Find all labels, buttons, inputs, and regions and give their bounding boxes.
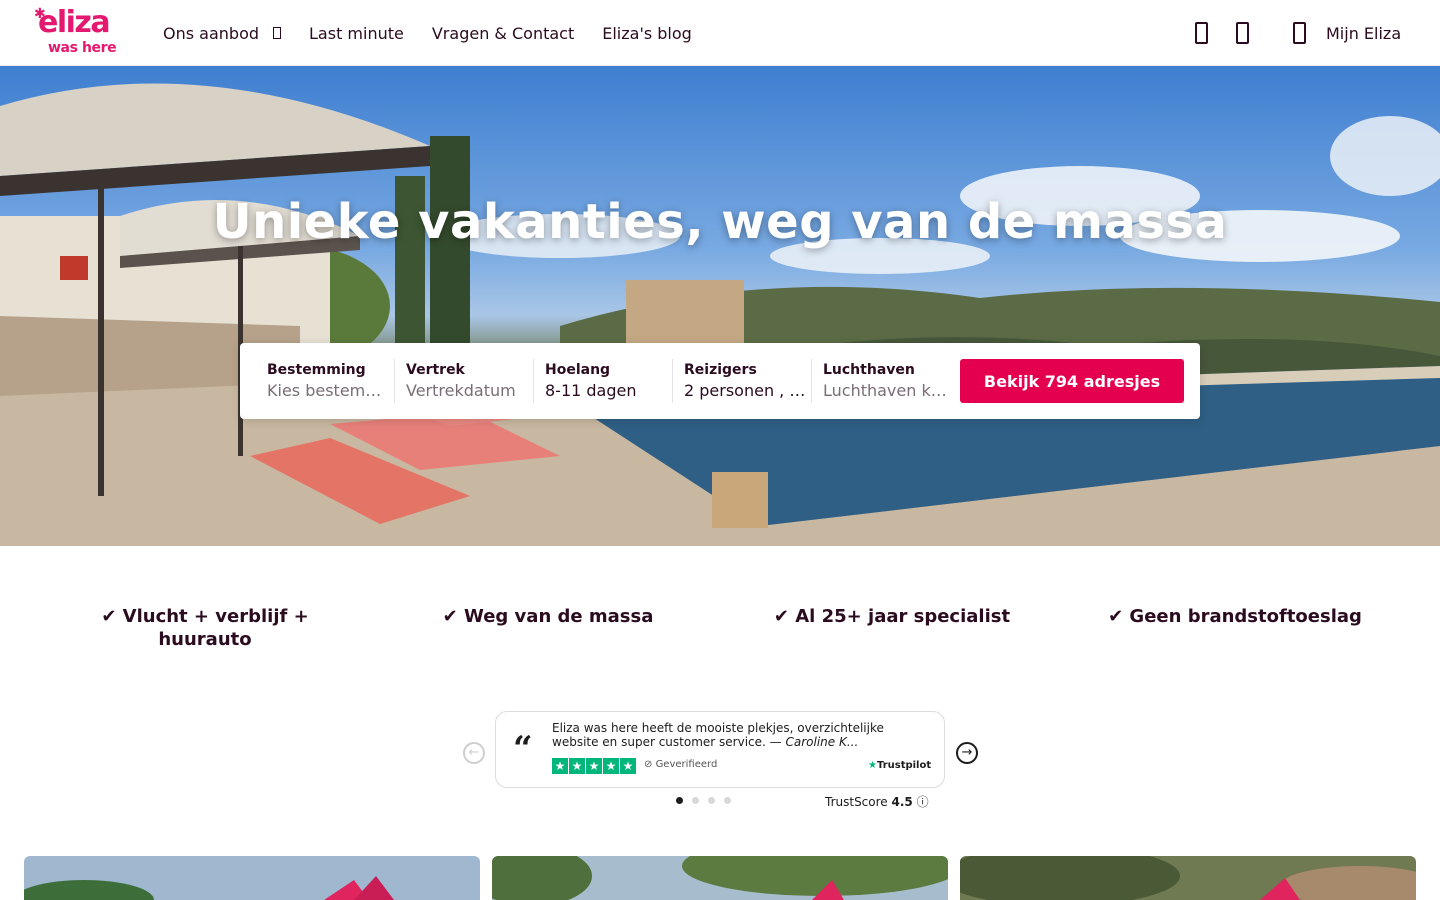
logo-link[interactable]: ✱ eliza was here bbox=[34, 5, 129, 59]
trustscore: TrustScore 4.5 ⓘ bbox=[825, 793, 929, 810]
logo-text: eliza bbox=[38, 5, 111, 40]
departure-label: Vertrek bbox=[406, 362, 465, 378]
airport-label: Luchthaven bbox=[823, 362, 915, 378]
carousel-next-button[interactable]: → bbox=[956, 742, 978, 764]
star-icon: ★ bbox=[603, 758, 619, 774]
user-icon bbox=[1293, 22, 1306, 44]
hero-title: Unieke vakanties, weg van de massa bbox=[212, 194, 1228, 250]
nav-item-ons-aanbod[interactable]: Ons aanbod bbox=[163, 23, 282, 43]
destination-card[interactable] bbox=[24, 856, 480, 900]
usp-item: ✔ Al 25+ jaar specialist bbox=[773, 606, 1011, 627]
nav-item-vragen-contact[interactable]: Vragen & Contact bbox=[432, 24, 574, 43]
trustpilot-logo: ★Trustpilot bbox=[868, 760, 931, 771]
nav-item-label: Ons aanbod bbox=[163, 23, 260, 43]
nav-item-label: Eliza's blog bbox=[602, 23, 692, 43]
star-icon: ★ bbox=[586, 758, 602, 774]
site-header: ✱ eliza was here Ons aanbod Last minute … bbox=[0, 0, 1440, 66]
carousel-dot[interactable] bbox=[708, 797, 715, 804]
heart-icon[interactable] bbox=[1195, 22, 1208, 44]
destination-label: Bestemming bbox=[267, 362, 366, 378]
account-link[interactable]: Mijn Eliza bbox=[1293, 0, 1401, 66]
carousel-dot[interactable] bbox=[692, 797, 699, 804]
departure-value: Vertrekdatum bbox=[406, 381, 516, 400]
usp-item: ✔ Vlucht + verblijf + huurauto bbox=[101, 606, 309, 650]
card-image bbox=[960, 856, 1416, 900]
travelers-label: Reizigers bbox=[684, 362, 757, 378]
carousel-dot[interactable] bbox=[676, 797, 683, 804]
duration-label: Hoelang bbox=[545, 362, 611, 378]
logo-tagline: was here bbox=[48, 40, 117, 56]
carousel-prev-button[interactable]: ← bbox=[463, 742, 485, 764]
hero-image bbox=[0, 83, 1440, 546]
duration-value: 8-11 dagen bbox=[545, 381, 637, 400]
carousel-dot[interactable] bbox=[724, 797, 731, 804]
cart-icon[interactable] bbox=[1236, 22, 1249, 44]
hero-section: Unieke vakanties, weg van de massa bbox=[0, 66, 1440, 546]
star-rating: ★ ★ ★ ★ ★ bbox=[552, 758, 637, 774]
travelers-field[interactable]: Reizigers 2 personen , 1 kamer bbox=[657, 359, 811, 403]
usp-item: ✔ Geen brandstoftoeslag bbox=[1108, 606, 1362, 627]
airport-value: Luchthaven kiezen bbox=[823, 381, 950, 400]
destination-card[interactable] bbox=[960, 856, 1416, 900]
main-nav: Ons aanbod Last minute Vragen & Contact … bbox=[163, 0, 720, 66]
airport-field[interactable]: Luchthaven Luchthaven kiezen bbox=[796, 359, 950, 403]
nav-item-blog[interactable]: Eliza's blog bbox=[602, 24, 692, 43]
review-author: Caroline K... bbox=[785, 735, 859, 749]
search-bar: Bestemming Kies bestemming Vertrek Vertr… bbox=[240, 343, 1200, 419]
quote-icon: “ bbox=[513, 729, 533, 769]
star-icon: ★ bbox=[552, 758, 568, 774]
carousel-dots bbox=[676, 797, 740, 804]
trustpilot-review-card: “ Eliza was here heeft de mooiste plekje… bbox=[495, 711, 945, 788]
trustpilot-star-icon: ★ bbox=[868, 760, 877, 771]
search-submit-button[interactable]: Bekijk 794 adresjes bbox=[960, 359, 1184, 403]
trustscore-label: TrustScore bbox=[825, 795, 888, 809]
card-image bbox=[492, 856, 948, 900]
nav-item-label: Last minute bbox=[309, 23, 404, 43]
trustpilot-brand-label: Trustpilot bbox=[876, 760, 932, 771]
chevron-down-icon bbox=[273, 27, 282, 39]
travelers-value: 2 personen , 1 kamer bbox=[684, 381, 811, 400]
nav-item-label: Vragen & Contact bbox=[431, 23, 575, 43]
verified-label: Geverifieerd bbox=[655, 759, 718, 770]
card-image bbox=[24, 856, 480, 900]
usp-item: ✔ Weg van de massa bbox=[442, 606, 654, 627]
verified-badge: ⊘ Geverifieerd bbox=[644, 759, 718, 770]
trustscore-value: 4.5 bbox=[891, 795, 913, 809]
star-icon: ★ bbox=[569, 758, 585, 774]
info-icon[interactable]: ⓘ bbox=[917, 795, 929, 809]
departure-field[interactable]: Vertrek Vertrekdatum bbox=[379, 359, 533, 403]
nav-item-last-minute[interactable]: Last minute bbox=[309, 24, 404, 43]
destination-card[interactable] bbox=[492, 856, 948, 900]
duration-field[interactable]: Hoelang 8-11 dagen bbox=[518, 359, 672, 403]
review-text: Eliza was here heeft de mooiste plekjes,… bbox=[552, 721, 924, 749]
star-icon: ★ bbox=[620, 758, 636, 774]
account-label: Mijn Eliza bbox=[1326, 23, 1402, 43]
destination-field[interactable]: Bestemming Kies bestemming bbox=[240, 359, 394, 403]
destination-value: Kies bestemming bbox=[267, 381, 394, 400]
